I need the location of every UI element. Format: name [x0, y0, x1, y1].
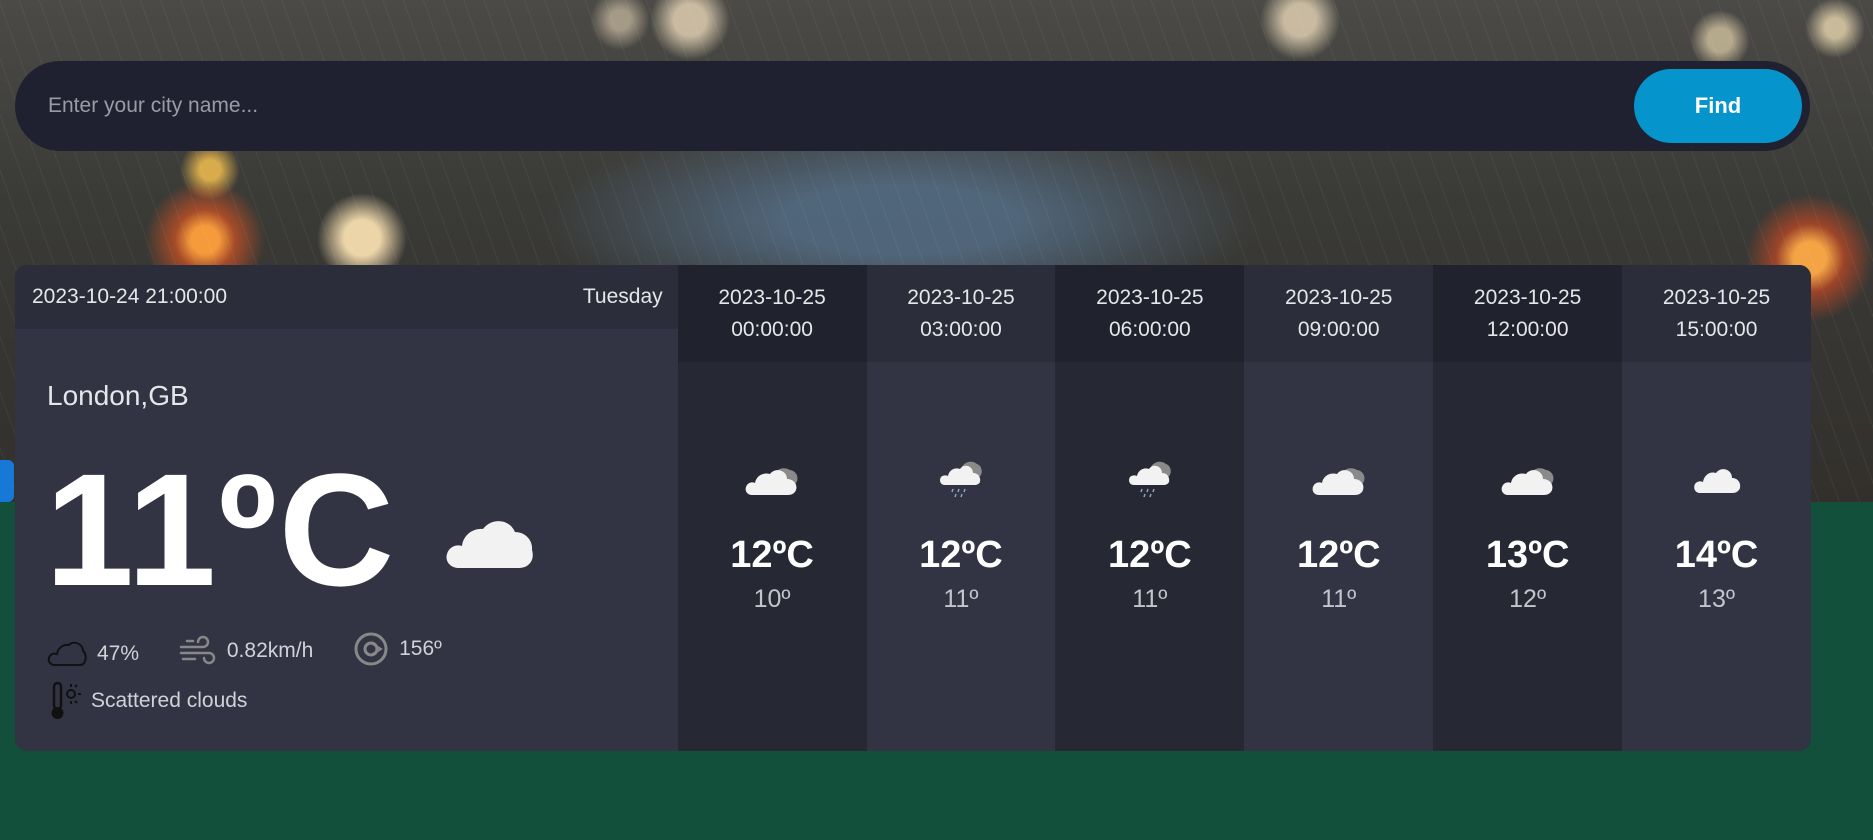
- forecast-date: 2023-10-25: [1473, 285, 1582, 309]
- forecast-column: 2023-10-25 03:00:00 12ºC 11º: [866, 265, 1056, 751]
- forecast-datetime: 2023-10-25 12:00:00: [1433, 265, 1623, 362]
- cloud-icon: [445, 510, 535, 575]
- forecast-temperature: 12ºC: [1296, 534, 1381, 576]
- current-weather-panel: 2023-10-24 21:00:00 Tuesday London,GB 11…: [15, 265, 678, 751]
- forecast-temperature: 12ºC: [919, 534, 1003, 576]
- forecast-date: 2023-10-25: [1662, 285, 1771, 309]
- forecast-datetime: 2023-10-25 06:00:00: [1055, 265, 1245, 362]
- forecast-min-temperature: 12º: [1509, 585, 1547, 613]
- light-rain-icon: [939, 454, 983, 504]
- weather-card: 2023-10-24 21:00:00 Tuesday London,GB 11…: [15, 265, 1811, 751]
- forecast-column: 2023-10-25 12:00:00 13ºC 12º: [1433, 265, 1623, 751]
- forecast-datetime: 2023-10-25 00:00:00: [677, 265, 867, 362]
- search-bar: Find: [15, 61, 1810, 151]
- forecast-time: 12:00:00: [1486, 317, 1569, 341]
- forecast-time: 03:00:00: [920, 317, 1002, 341]
- forecast-date: 2023-10-25: [907, 285, 1015, 309]
- thermometer-sun-icon: [51, 681, 81, 719]
- forecast-temperature: 13ºC: [1485, 534, 1570, 576]
- forecast-column: 2023-10-25 00:00:00 12ºC 10º: [677, 265, 867, 751]
- forecast-min-temperature: 11º: [1132, 585, 1168, 613]
- forecast-date: 2023-10-25: [718, 285, 826, 309]
- cloud-sun-icon: [744, 454, 800, 504]
- forecast-date: 2023-10-25: [1285, 285, 1393, 309]
- forecast-time: 00:00:00: [731, 317, 813, 341]
- direction-value: 156º: [399, 637, 442, 660]
- current-temperature: 11ºC: [45, 440, 397, 619]
- wind-detail: 0.82km/h: [179, 632, 313, 670]
- forecast-datetime: 2023-10-25 03:00:00: [866, 265, 1056, 362]
- direction-detail: 156º: [353, 630, 442, 668]
- background-accent: [0, 460, 14, 502]
- cloud-icon: [1693, 454, 1741, 504]
- forecast-temperature: 14ºC: [1674, 534, 1759, 576]
- current-datetime: 2023-10-24 21:00:00: [32, 285, 227, 308]
- forecast-datetime: 2023-10-25 09:00:00: [1244, 265, 1434, 362]
- wind-value: 0.82km/h: [226, 639, 314, 662]
- current-day: Tuesday: [582, 285, 663, 308]
- forecast-column: 2023-10-25 06:00:00 12ºC 11º: [1055, 265, 1245, 751]
- cloud-outline-icon: [47, 641, 87, 666]
- cloud-sun-icon: [1500, 454, 1556, 504]
- forecast-column: 2023-10-25 09:00:00 12ºC 11º: [1244, 265, 1434, 751]
- forecast-temperature: 12ºC: [1108, 534, 1192, 576]
- forecast-date: 2023-10-25: [1096, 285, 1204, 309]
- find-button[interactable]: Find: [1634, 69, 1802, 143]
- current-details: 47% 0.82km/h 156º Scattered clouds: [47, 630, 647, 735]
- city-search-input[interactable]: [15, 61, 1634, 151]
- compass-icon: [354, 632, 388, 666]
- forecast-temperature: 12ºC: [730, 534, 814, 576]
- forecast-column: 2023-10-25 15:00:00 14ºC 13º: [1622, 265, 1811, 751]
- clouds-detail: 47%: [47, 635, 139, 673]
- forecast-min-temperature: 10º: [753, 585, 791, 613]
- description-detail: Scattered clouds: [47, 680, 247, 722]
- forecast-time: 09:00:00: [1297, 317, 1380, 341]
- cloud-sun-icon: [1311, 454, 1367, 504]
- current-weather-header: 2023-10-24 21:00:00 Tuesday: [15, 265, 678, 329]
- description-value: Scattered clouds: [91, 689, 248, 712]
- forecast-time: 06:00:00: [1108, 317, 1191, 341]
- forecast-datetime: 2023-10-25 15:00:00: [1622, 265, 1811, 362]
- clouds-value: 47%: [97, 642, 140, 665]
- city-name: London,GB: [47, 380, 189, 411]
- light-rain-icon: [1128, 454, 1172, 504]
- forecast-min-temperature: 11º: [943, 585, 979, 613]
- forecast-min-temperature: 13º: [1698, 585, 1735, 613]
- wind-icon: [179, 635, 216, 665]
- forecast-min-temperature: 11º: [1321, 585, 1357, 613]
- forecast-time: 15:00:00: [1675, 317, 1758, 341]
